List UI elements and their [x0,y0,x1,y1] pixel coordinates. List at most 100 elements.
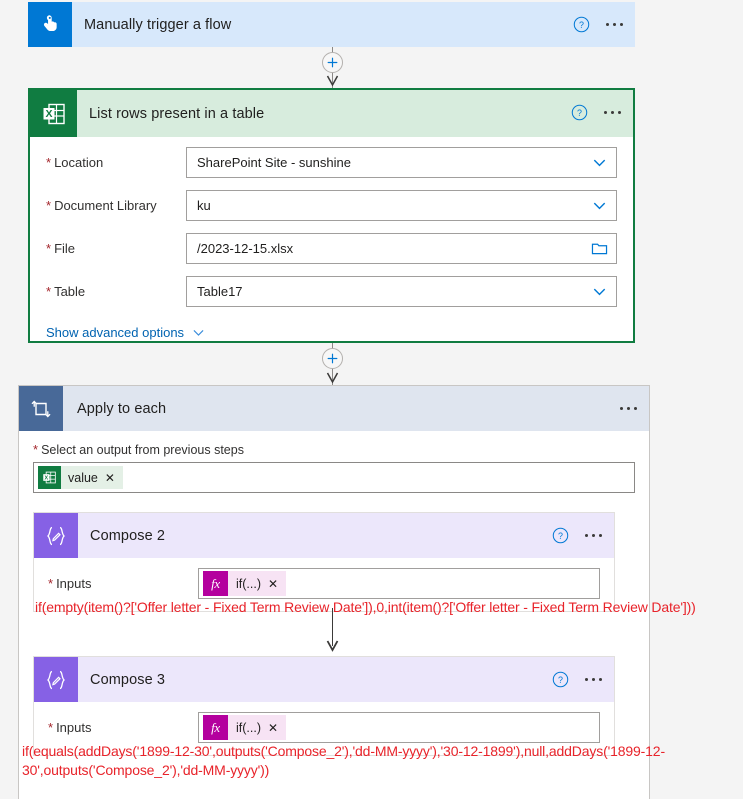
required-asterisk: * [46,284,52,299]
location-dropdown[interactable]: SharePoint Site - sunshine [186,147,617,178]
arrow-head-icon [326,75,339,87]
field-label-document-library: * Document Library [46,198,157,213]
excel-card-body: * Location SharePoint Site - sunshine * … [30,137,633,340]
chevron-down-icon [593,288,606,296]
compose-3-title: Compose 3 [90,671,166,688]
action-card-list-rows-present-in-a-table[interactable]: X List rows present in a table ? * Locat… [28,88,635,343]
field-label-file: * File [46,241,76,256]
required-asterisk: * [46,198,52,213]
action-card-compose-3[interactable]: Compose 3 ? * Inputs fx if(...) ✕ [33,656,615,756]
svg-text:?: ? [577,108,582,118]
compose-3-header[interactable]: Compose 3 ? [34,657,614,702]
svg-text:?: ? [579,20,584,30]
required-asterisk: * [48,576,54,591]
action-card-compose-2[interactable]: Compose 2 ? * Inputs fx if(...) ✕ [33,512,615,612]
table-dropdown[interactable]: Table17 [186,276,617,307]
loop-card-header[interactable]: Apply to each [19,386,649,431]
excel-token-icon: X [38,466,61,489]
field-label-inputs: * Inputs [48,720,92,735]
svg-text:?: ? [558,531,563,541]
compose-2-title: Compose 2 [90,527,166,544]
flow-designer-canvas: Manually trigger a flow ? X List rows pr… [0,0,743,799]
expression-token[interactable]: fx if(...) ✕ [203,715,287,740]
document-library-dropdown[interactable]: ku [186,190,617,221]
excel-card-title: List rows present in a table [89,105,265,122]
field-label-table: * Table [46,284,86,299]
required-asterisk: * [48,720,54,735]
compose-3-actions: ? [552,657,604,701]
expression-token-label: if(...) [236,720,261,735]
ellipsis-icon[interactable] [583,674,604,685]
field-label-location: * Location [46,155,104,170]
expression-token-body[interactable]: if(...) ✕ [228,715,287,740]
ellipsis-icon[interactable] [604,19,625,30]
arrow-head-icon [326,640,339,652]
chevron-down-icon [593,202,606,210]
required-asterisk: * [33,442,39,457]
chevron-down-icon [193,330,204,336]
field-row-document-library: * Document Library ku [46,190,617,221]
ellipsis-icon[interactable] [583,530,604,541]
svg-text:?: ? [558,675,563,685]
select-output-input[interactable]: X value ✕ [33,462,635,493]
help-circle-icon[interactable]: ? [552,671,569,688]
loop-card-body: * Select an output from previous steps X [19,431,649,493]
help-circle-icon[interactable]: ? [571,104,588,121]
ellipsis-icon[interactable] [618,403,639,414]
folder-icon[interactable] [591,241,608,256]
expression-token-body[interactable]: if(...) ✕ [228,571,287,596]
field-row-inputs: * Inputs fx if(...) ✕ [48,568,600,599]
svg-text:X: X [45,476,49,482]
trigger-card-header[interactable]: Manually trigger a flow ? [28,2,635,47]
fx-icon: fx [203,571,228,596]
location-value: SharePoint Site - sunshine [197,155,351,170]
dynamic-content-token-value[interactable]: X value ✕ [38,466,123,489]
compose-2-header[interactable]: Compose 2 ? [34,513,614,558]
expression-token[interactable]: fx if(...) ✕ [203,571,287,596]
connector-trigger-to-excel [322,47,343,88]
loop-card-actions [618,386,639,430]
trigger-card-title: Manually trigger a flow [84,16,232,33]
trigger-card-actions: ? [573,2,625,46]
select-output-label: * Select an output from previous steps [33,442,244,457]
ellipsis-icon[interactable] [602,107,623,118]
trigger-card-manually-trigger-a-flow[interactable]: Manually trigger a flow ? [28,2,635,47]
field-row-table: * Table Table17 [46,276,617,307]
close-x-icon[interactable]: ✕ [268,722,278,734]
add-step-button[interactable] [322,52,343,73]
field-row-inputs: * Inputs fx if(...) ✕ [48,712,600,743]
chevron-down-icon [593,159,606,167]
compose-braces-icon [34,657,78,702]
loop-card-title: Apply to each [77,400,167,417]
excel-card-header[interactable]: X List rows present in a table ? [30,90,633,137]
required-asterisk: * [46,155,52,170]
connector-excel-to-loop [322,343,343,385]
tap-hand-icon [28,2,72,47]
field-row-file: * File /2023-12-15.xlsx [46,233,617,264]
token-label: value [68,470,98,485]
document-library-value: ku [197,198,211,213]
excel-table-icon: X [30,90,77,137]
show-advanced-options-label: Show advanced options [46,325,185,340]
file-picker-input[interactable]: /2023-12-15.xlsx [186,233,617,264]
connector-compose2-to-compose3 [326,608,339,653]
close-x-icon[interactable]: ✕ [105,472,115,484]
show-advanced-options-link[interactable]: Show advanced options [46,319,617,340]
compose-2-inputs-field[interactable]: fx if(...) ✕ [198,568,600,599]
fx-icon: fx [203,715,228,740]
compose-3-expression-text: if(equals(addDays('1899-12-30',outputs('… [22,743,665,778]
file-value: /2023-12-15.xlsx [197,241,294,256]
compose-2-actions: ? [552,513,604,557]
help-circle-icon[interactable]: ? [552,527,569,544]
field-label-inputs: * Inputs [48,576,92,591]
compose-3-inputs-field[interactable]: fx if(...) ✕ [198,712,600,743]
excel-card-actions: ? [571,90,623,134]
close-x-icon[interactable]: ✕ [268,578,278,590]
add-step-button[interactable] [322,348,343,369]
help-circle-icon[interactable]: ? [573,16,590,33]
table-value: Table17 [197,284,243,299]
compose-2-expression-text: if(empty(item()?['Offer letter - Fixed T… [35,599,696,615]
svg-text:X: X [45,108,52,120]
loop-repeat-icon [19,386,63,431]
expression-token-label: if(...) [236,576,261,591]
